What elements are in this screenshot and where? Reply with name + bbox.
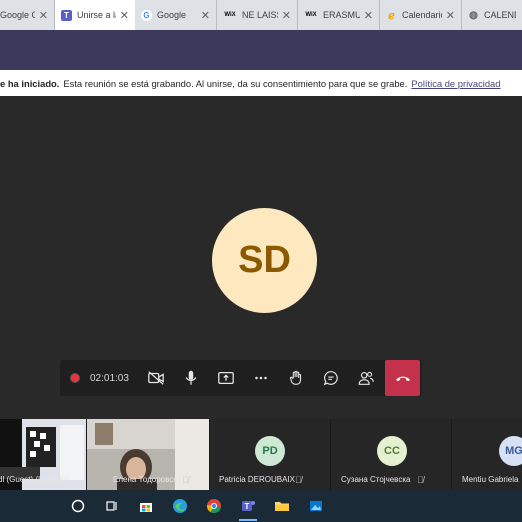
hang-up-button[interactable]: [385, 360, 420, 396]
participant-strip: dl (Guest) (Invitado) Елена Тодоровска 🎙…: [0, 419, 522, 490]
tab-label: Google: [157, 10, 187, 20]
close-icon[interactable]: ✕: [364, 9, 373, 22]
main-participant-avatar: SD: [212, 208, 317, 313]
edge-icon[interactable]: [163, 490, 197, 522]
store-icon[interactable]: [129, 490, 163, 522]
meeting-stage: SD 02:01:03: [0, 96, 522, 419]
privacy-policy-link[interactable]: Política de privacidad: [411, 78, 500, 89]
participant-avatar: CC: [377, 436, 407, 466]
browser-tab-strip: Google Ca ✕ T Unirse a la ✕ G Google ✕ W…: [0, 0, 522, 30]
close-icon[interactable]: ✕: [446, 9, 455, 22]
tab-calendario[interactable]: ℯ Calendario ✕: [380, 0, 462, 30]
participant-avatar: PD: [255, 436, 285, 466]
photos-icon[interactable]: [299, 490, 333, 522]
tab-ne-laisse[interactable]: WiX NE LAISSE ✕: [217, 0, 298, 30]
recording-timer: 02:01:03: [90, 372, 129, 384]
wix-icon: WiX: [224, 12, 236, 18]
chrome-icon[interactable]: [197, 490, 231, 522]
more-actions-button[interactable]: [243, 360, 278, 396]
participant-name: Сузана Стојчевска: [341, 475, 411, 484]
recording-indicator: 02:01:03: [60, 373, 138, 384]
close-icon[interactable]: ✕: [201, 9, 210, 22]
cortana-icon[interactable]: [61, 490, 95, 522]
camera-toggle-button[interactable]: [138, 360, 173, 396]
banner-text: Esta reunión se está grabando. Al unirse…: [63, 77, 408, 89]
banner-strong-text: e ha iniciado.: [0, 77, 60, 89]
muted-microphone-icon: 🎙̸: [295, 475, 302, 485]
chat-icon: [323, 371, 338, 386]
task-view-icon[interactable]: [95, 490, 129, 522]
participant-name: Patricia DEROUBAIX: [219, 475, 296, 484]
calendar-icon: ℯ: [388, 9, 395, 22]
more-icon: [254, 376, 267, 380]
close-icon[interactable]: ✕: [39, 9, 48, 22]
raise-hand-button[interactable]: [278, 360, 313, 396]
participant-tile[interactable]: PD Patricia DEROUBAIX 🎙̸: [210, 419, 330, 490]
wix-icon: WiX: [305, 12, 317, 18]
close-icon[interactable]: ✕: [120, 9, 129, 22]
raise-hand-icon: [289, 370, 301, 385]
tab-google[interactable]: G Google ✕: [135, 0, 217, 30]
participants-icon: [358, 371, 374, 385]
svg-text:T: T: [245, 502, 250, 511]
share-screen-icon: [217, 371, 234, 385]
recording-banner: e ha iniciado. Esta reunión se está grab…: [0, 70, 522, 96]
file-explorer-icon[interactable]: [265, 490, 299, 522]
participant-name: Елена Тодоровска: [113, 475, 182, 484]
tab-google-calendar[interactable]: Google Ca ✕: [0, 0, 55, 30]
windows-taskbar: T: [0, 490, 522, 522]
tab-teams-join[interactable]: T Unirse a la ✕: [55, 0, 135, 30]
call-controls-bar: 02:01:03: [60, 360, 422, 396]
participant-name: dl (Guest) (Invitado): [0, 475, 69, 484]
microphone-icon: [185, 370, 196, 385]
google-icon: G: [141, 9, 152, 21]
tab-label: NE LAISSE: [242, 10, 278, 20]
participant-avatar: MG: [499, 436, 522, 466]
teams-header-bar: [0, 30, 522, 70]
participants-button[interactable]: [348, 360, 383, 396]
screen: Google Ca ✕ T Unirse a la ✕ G Google ✕ W…: [0, 0, 522, 522]
participant-tile[interactable]: MG Mentiu Gabriela: [452, 419, 522, 490]
microphone-button[interactable]: [173, 360, 208, 396]
share-screen-button[interactable]: [208, 360, 243, 396]
tab-label: ERASMUS: [323, 10, 360, 20]
muted-microphone-icon: 🎙̸: [182, 475, 189, 485]
chat-button[interactable]: [313, 360, 348, 396]
tab-label: Google Ca: [0, 10, 35, 20]
record-dot-icon: [70, 373, 80, 383]
teams-taskbar-icon[interactable]: T: [231, 490, 265, 522]
tab-label: Calendario: [402, 10, 442, 20]
participant-tile[interactable]: CC Сузана Стојчевска 🎙̸: [331, 419, 451, 490]
participant-tile[interactable]: dl (Guest) (Invitado): [0, 419, 86, 490]
close-icon[interactable]: ✕: [282, 9, 291, 22]
hang-up-icon: [395, 376, 410, 382]
participant-tile[interactable]: Елена Тодоровска 🎙̸: [87, 419, 209, 490]
teams-icon: T: [61, 9, 72, 21]
participant-name: Mentiu Gabriela: [462, 475, 519, 484]
tab-calenda[interactable]: ◍ CALENDA: [462, 0, 522, 30]
tab-label: CALENDA: [484, 10, 516, 20]
tab-label: Unirse a la: [77, 10, 116, 20]
camera-off-icon: [147, 371, 164, 385]
tab-erasmus[interactable]: WiX ERASMUS ✕: [298, 0, 380, 30]
globe-icon: ◍: [469, 9, 478, 21]
muted-microphone-icon: 🎙̸: [417, 475, 424, 485]
